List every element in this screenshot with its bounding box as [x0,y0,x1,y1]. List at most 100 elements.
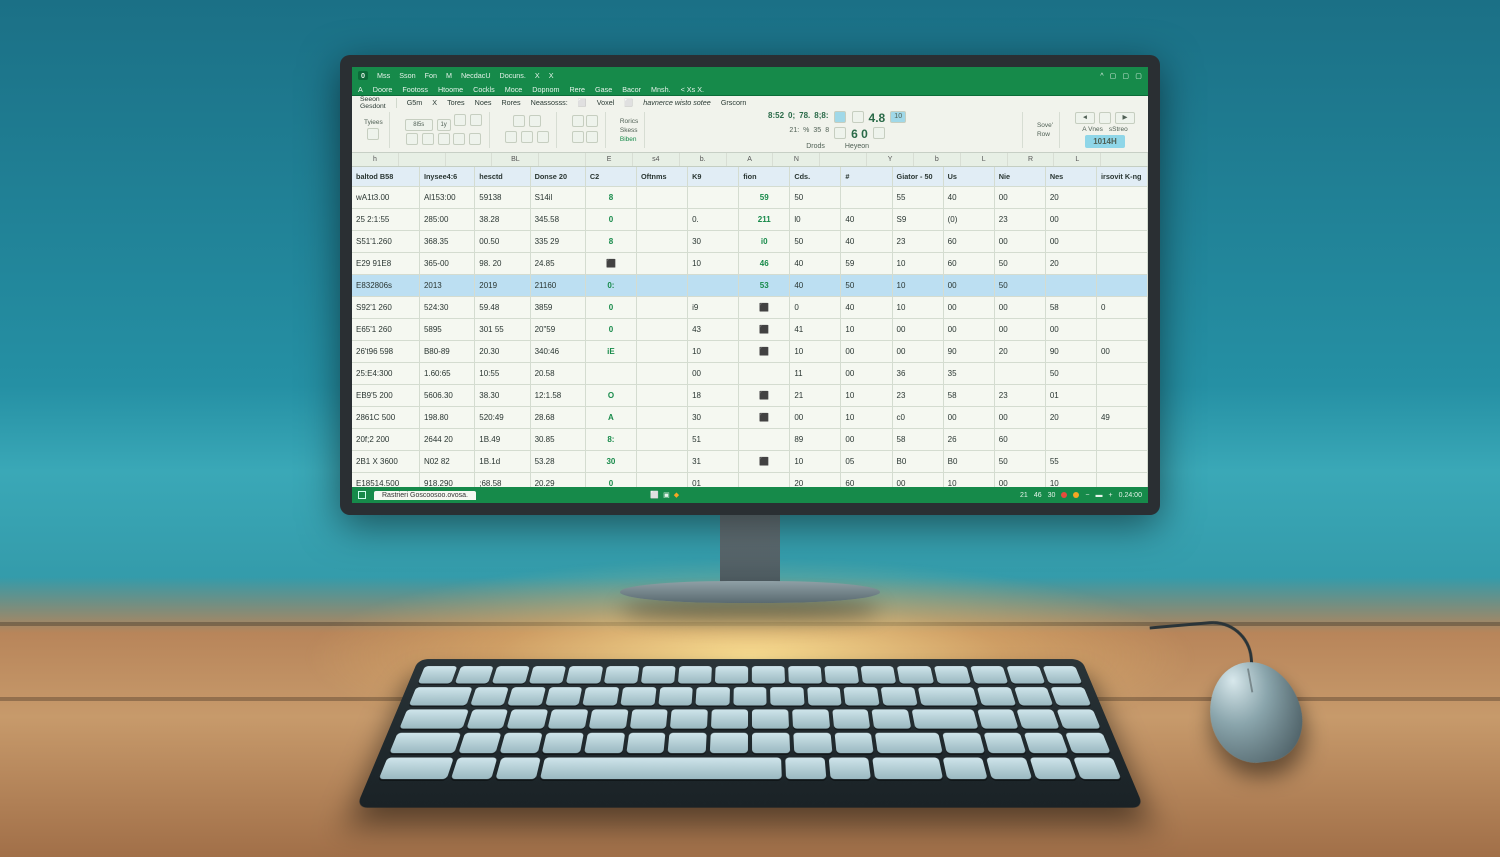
cell[interactable]: EB9'5 200 [352,385,420,407]
menu-item[interactable]: Bacor [622,85,641,94]
cell[interactable] [1046,429,1097,451]
cell[interactable]: 340:46 [531,341,586,363]
column-header[interactable]: # [841,167,892,187]
cell[interactable]: 58 [944,385,995,407]
cell[interactable] [637,209,688,231]
cell[interactable]: S14il [531,187,586,209]
cell[interactable]: iE [586,341,637,363]
status-icon[interactable]: ▣ [663,491,670,499]
menu-item[interactable]: Footoss [402,85,428,94]
cell[interactable] [637,231,688,253]
cell[interactable]: 20.29 [531,473,586,487]
cell[interactable]: 60 [995,429,1046,451]
chart-icon[interactable] [834,111,846,123]
cell[interactable]: 20 [1046,187,1097,209]
cell[interactable] [739,429,790,451]
ribbon-tab[interactable]: ⬜ [624,98,633,107]
column-header[interactable]: Donse 20 [531,167,586,187]
cell[interactable]: 2861C 500 [352,407,420,429]
ribbon-tab[interactable]: Neassosss: [531,98,568,107]
cell[interactable]: ⬛ [739,407,790,429]
cell[interactable]: 10 [944,473,995,487]
column-letter[interactable]: L [961,153,1008,166]
cell[interactable]: 10 [841,407,892,429]
close-button[interactable]: ▢ [1135,71,1142,80]
menu-item[interactable]: Rere [569,85,585,94]
cell[interactable] [739,363,790,385]
cell[interactable]: 59 [841,253,892,275]
cell[interactable]: 40 [841,209,892,231]
ribbon-tab[interactable]: ⬜ [578,98,587,107]
cell[interactable]: 20 [790,473,841,487]
cell[interactable] [1097,429,1148,451]
cell[interactable]: 41 [790,319,841,341]
title-item[interactable]: Fon [425,71,437,80]
column-header[interactable]: irsovit K-ng [1097,167,1148,187]
align-left-icon[interactable] [406,133,418,145]
cell[interactable]: 2013 [420,275,475,297]
column-letter[interactable]: E [586,153,633,166]
cell[interactable]: Al153:00 [420,187,475,209]
cell[interactable]: 30 [586,451,637,473]
menu-item[interactable]: Cockls [473,85,495,94]
cell[interactable]: 368.35 [420,231,475,253]
comma-icon[interactable] [572,131,584,143]
ribbon-tab[interactable]: havnerce wisto sotee [643,98,711,107]
ribbon-left-label[interactable]: Seeon [360,96,386,103]
cell[interactable]: 10 [790,341,841,363]
cell[interactable]: wA1t3.00 [352,187,420,209]
cell[interactable]: 90 [1046,341,1097,363]
column-letter[interactable]: Y [867,153,914,166]
table-row[interactable]: S92'1 260524:3059.4838590i9⬛040100000580 [352,297,1148,319]
cell[interactable]: A [586,407,637,429]
title-item[interactable]: Docuns. [500,71,526,80]
cell[interactable] [1097,275,1148,297]
table-row[interactable]: 25 2:1:55285:0038.28345.5800.211l040S9(0… [352,209,1148,231]
cell[interactable] [637,187,688,209]
cell[interactable]: 198.80 [420,407,475,429]
cell[interactable]: c0 [893,407,944,429]
table-row[interactable]: E65'1 2605895301 5520"59043⬛411000000000 [352,319,1148,341]
cell[interactable]: 10:55 [475,363,530,385]
zoom-slider[interactable]: ▬ [1096,492,1103,499]
outdent-icon[interactable] [537,131,549,143]
cell[interactable]: 46 [739,253,790,275]
cell[interactable] [739,473,790,487]
cell[interactable] [688,275,739,297]
cell[interactable]: 58 [1046,297,1097,319]
cell[interactable] [637,341,688,363]
title-item[interactable]: M [446,71,452,80]
cell[interactable]: B80-89 [420,341,475,363]
cell[interactable]: 2019 [475,275,530,297]
cell[interactable]: 12:1.58 [531,385,586,407]
cell[interactable]: 00 [893,473,944,487]
merge-icon[interactable] [513,115,525,127]
ribbon-tab[interactable]: Noes [475,98,492,107]
cell[interactable]: 00 [841,429,892,451]
cell[interactable]: 00 [1046,319,1097,341]
cell[interactable]: 00 [893,319,944,341]
cell[interactable]: S9 [893,209,944,231]
cell[interactable]: 3859 [531,297,586,319]
align-right-icon[interactable] [438,133,450,145]
cell[interactable]: i0 [739,231,790,253]
column-letter[interactable]: R [1008,153,1055,166]
cell[interactable]: 43 [688,319,739,341]
cell[interactable]: 301 55 [475,319,530,341]
cell[interactable]: 335 29 [531,231,586,253]
column-letter[interactable] [539,153,586,166]
cell[interactable]: 524:30 [420,297,475,319]
decimal-icon[interactable] [586,131,598,143]
highlight-button[interactable]: 1014H [1085,135,1125,148]
cell[interactable]: 50 [995,253,1046,275]
wrap-icon[interactable] [529,115,541,127]
column-header[interactable]: K9 [688,167,739,187]
cell[interactable]: 50 [995,275,1046,297]
cell[interactable]: 520:49 [475,407,530,429]
cell[interactable]: 345.58 [531,209,586,231]
cell[interactable]: 0 [586,319,637,341]
menu-item[interactable]: Dopnom [532,85,559,94]
cell[interactable]: 10 [841,319,892,341]
title-item[interactable]: NecdacU [461,71,491,80]
cell[interactable]: 26 [944,429,995,451]
